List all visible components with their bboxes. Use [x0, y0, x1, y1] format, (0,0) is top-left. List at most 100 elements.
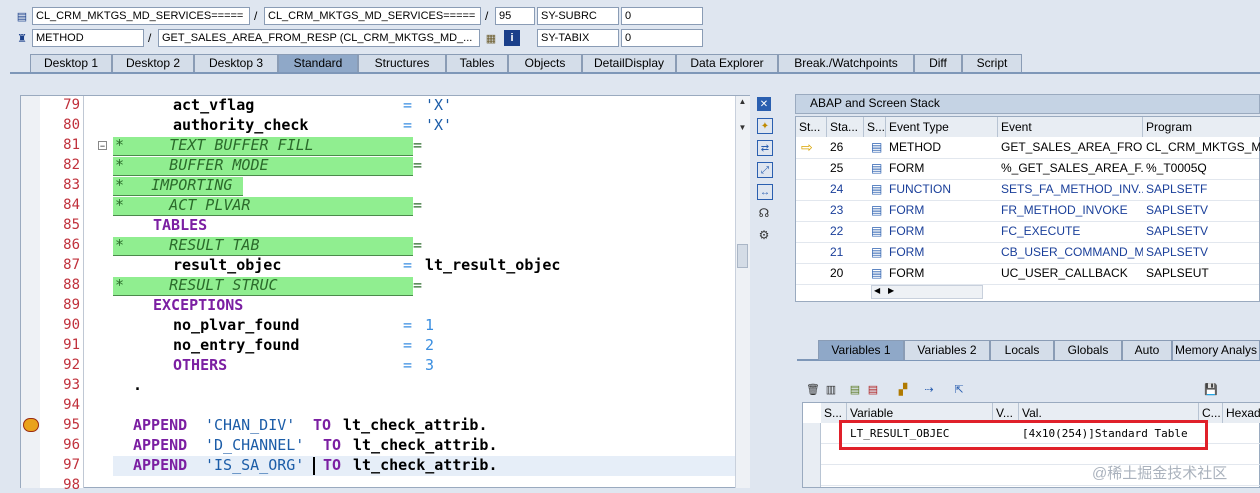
- tab-locals[interactable]: Locals: [990, 340, 1054, 360]
- sysval2-field[interactable]: 0: [621, 29, 703, 47]
- scroll-up-icon[interactable]: ▲: [737, 97, 748, 107]
- info-icon[interactable]: i: [504, 30, 520, 46]
- tab-standard[interactable]: Standard: [278, 54, 358, 72]
- tab-variables-2[interactable]: Variables 2: [904, 340, 990, 360]
- highlight-box: [839, 420, 1208, 450]
- stack-col-header[interactable]: Sta...: [827, 117, 864, 137]
- line-field[interactable]: 95: [495, 7, 535, 25]
- scroll-left-icon[interactable]: ◀: [874, 286, 880, 295]
- stack-col-header[interactable]: Program: [1143, 117, 1260, 137]
- save-vars-icon[interactable]: ▤: [848, 382, 862, 396]
- stack-col-header[interactable]: St...: [796, 117, 827, 137]
- sysvar1-field[interactable]: SY-SUBRC: [537, 7, 619, 25]
- code-token: =: [403, 316, 413, 334]
- tab-globals[interactable]: Globals: [1054, 340, 1122, 360]
- stack-table[interactable]: St... Sta... S... Event Type Event Progr…: [795, 116, 1260, 302]
- line-number: 94: [63, 397, 80, 413]
- line-number: 85: [63, 217, 80, 233]
- stack-col-header[interactable]: S...: [864, 117, 886, 137]
- collapse-icon[interactable]: −: [98, 141, 107, 151]
- stack-row[interactable]: 20 ▤ FORM UC_USER_CALLBACK SAPLSEUT: [796, 263, 1259, 285]
- transfer-icon[interactable]: ⇢: [922, 382, 936, 396]
- tab-memory-analysis[interactable]: Memory Analys: [1172, 340, 1260, 360]
- stack-event: GET_SALES_AREA_FRO...: [1001, 140, 1143, 154]
- stack-event-type: FORM: [889, 203, 925, 217]
- stack-event-type: FUNCTION: [889, 182, 951, 196]
- code-token: 1: [425, 316, 435, 334]
- stack-row[interactable]: ⇨ 26 ▤ METHOD GET_SALES_AREA_FRO... CL_C…: [796, 137, 1260, 159]
- code-comment: * TEXT BUFFER FILL =: [115, 136, 423, 154]
- tab-script[interactable]: Script: [962, 54, 1022, 72]
- line-number: 82: [63, 157, 80, 173]
- delete-icon[interactable]: 🗑: [806, 382, 820, 396]
- tab-detaildisplay[interactable]: DetailDisplay: [582, 54, 676, 72]
- row-selector-column[interactable]: [803, 423, 821, 487]
- stack-title: ABAP and Screen Stack: [810, 96, 940, 110]
- stack-program: SAPLSETV: [1146, 224, 1209, 238]
- tab-data-explorer[interactable]: Data Explorer: [676, 54, 778, 72]
- horizontal-scrollbar[interactable]: ◀ ▶: [871, 285, 983, 299]
- services-icon[interactable]: ☊: [757, 206, 771, 220]
- stack-event: UC_USER_CALLBACK: [1001, 266, 1128, 280]
- scroll-down-icon[interactable]: ▼: [737, 123, 748, 133]
- var-col-header[interactable]: Hexade: [1223, 403, 1260, 423]
- save-icon[interactable]: 💾: [1204, 382, 1218, 396]
- tab-desktop-1[interactable]: Desktop 1: [30, 54, 112, 72]
- maximize-icon[interactable]: ⤢: [757, 162, 773, 178]
- code-keyword: TO: [323, 436, 342, 454]
- stack-row[interactable]: 24 ▤ FUNCTION SETS_FA_METHOD_INV... SAPL…: [796, 179, 1259, 201]
- tab-objects[interactable]: Objects: [508, 54, 582, 72]
- separator: /: [485, 9, 489, 23]
- type-field[interactable]: METHOD: [32, 29, 144, 47]
- stack-row[interactable]: 23 ▤ FORM FR_METHOD_INVOKE SAPLSETV: [796, 200, 1259, 222]
- breakpoint-icon[interactable]: [23, 418, 39, 432]
- separator: /: [148, 31, 152, 45]
- swap-icon[interactable]: ↔: [757, 184, 773, 200]
- tab-desktop-2[interactable]: Desktop 2: [112, 54, 194, 72]
- line-number: 87: [63, 257, 80, 273]
- stack-row[interactable]: 25 ▤ FORM %_GET_SALES_AREA_F... %_T0005Q: [796, 158, 1259, 180]
- delete-all-icon[interactable]: ▥: [824, 382, 838, 396]
- separator: /: [254, 9, 258, 23]
- load-vars-icon[interactable]: ▤: [866, 382, 880, 396]
- stack-event: %_GET_SALES_AREA_F...: [1001, 161, 1143, 175]
- code-keyword: TABLES: [153, 216, 208, 234]
- scroll-right-icon[interactable]: ▶: [888, 286, 894, 295]
- scroll-thumb[interactable]: [737, 244, 748, 268]
- stack-row[interactable]: 22 ▤ FORM FC_EXECUTE SAPLSETV: [796, 221, 1259, 243]
- sysvar2-field[interactable]: SY-TABIX: [537, 29, 619, 47]
- line-number: 92: [63, 357, 80, 373]
- event-field[interactable]: GET_SALES_AREA_FROM_RESP (CL_CRM_MKTGS_M…: [158, 29, 480, 47]
- line-number: 95: [63, 417, 80, 433]
- stack-row[interactable]: 21 ▤ FORM CB_USER_COMMAND_ME... SAPLSETV: [796, 242, 1259, 264]
- tab-diff[interactable]: Diff: [914, 54, 962, 72]
- code-keyword: OTHERS: [173, 356, 228, 374]
- stack-event: CB_USER_COMMAND_ME...: [1001, 245, 1143, 259]
- tab-breakpoints[interactable]: Break./Watchpoints: [778, 54, 914, 72]
- tab-structures[interactable]: Structures: [358, 54, 446, 72]
- include-field[interactable]: CL_CRM_MKTGS_MD_SERVICES=====: [264, 7, 481, 25]
- current-arrow-icon: ⇨: [801, 139, 813, 155]
- code-keyword: TO: [323, 456, 342, 474]
- stack-col-header[interactable]: Event: [998, 117, 1143, 137]
- code-token: 'D_CHANNEL': [205, 436, 305, 454]
- replace-tool-icon[interactable]: ⇄: [757, 140, 773, 156]
- hierarchy-icon[interactable]: ▞: [896, 382, 910, 396]
- stack-event: FC_EXECUTE: [1001, 224, 1081, 238]
- stack-col-header[interactable]: Event Type: [886, 117, 998, 137]
- tab-desktop-3[interactable]: Desktop 3: [194, 54, 278, 72]
- tab-variables-1[interactable]: Variables 1: [818, 340, 904, 360]
- new-tool-icon[interactable]: ✦: [757, 118, 773, 134]
- stack-level: 24: [830, 182, 844, 196]
- tab-tables[interactable]: Tables: [446, 54, 508, 72]
- grid-icon[interactable]: ▦: [483, 30, 499, 46]
- navigate-icon[interactable]: ⇱: [952, 382, 966, 396]
- close-icon[interactable]: ✕: [757, 97, 771, 111]
- code-comment: * RESULT TAB =: [115, 236, 423, 254]
- program-field[interactable]: CL_CRM_MKTGS_MD_SERVICES=====: [32, 7, 250, 25]
- line-number: 91: [63, 337, 80, 353]
- sysval1-field[interactable]: 0: [621, 7, 703, 25]
- settings-icon[interactable]: ⚙: [757, 228, 771, 242]
- tab-auto[interactable]: Auto: [1122, 340, 1172, 360]
- editor-scrollbar[interactable]: [735, 96, 750, 488]
